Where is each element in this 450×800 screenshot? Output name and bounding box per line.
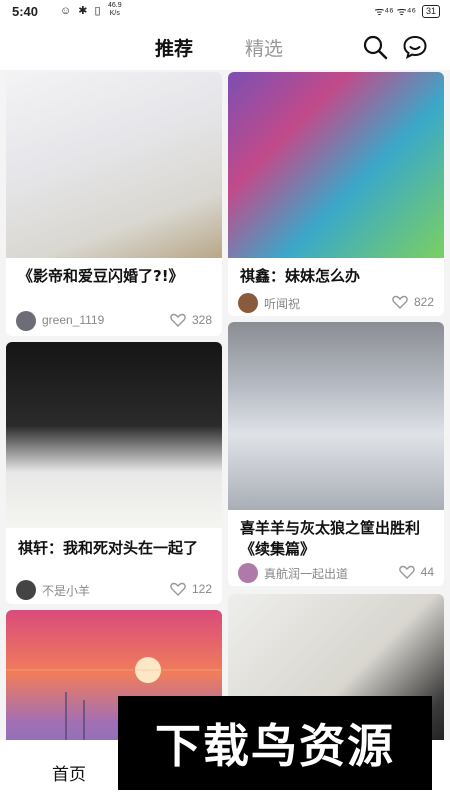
heart-icon[interactable] — [170, 313, 186, 327]
post-title: 喜羊羊与灰太狼之筐出胜利《续集篇》 — [240, 519, 421, 558]
tab-recommend[interactable]: 推荐 — [155, 34, 193, 61]
watermark-banner: 下载鸟资源 — [118, 696, 432, 790]
post-cover-image — [228, 72, 444, 258]
chat-bubble-icon[interactable] — [402, 34, 428, 60]
post-card[interactable]: 祺鑫：妹妹怎么办 听闻祝 822 — [228, 72, 444, 316]
avatar[interactable] — [238, 563, 258, 583]
heart-icon[interactable] — [398, 565, 415, 579]
post-title: 祺鑫：妹妹怎么办 — [240, 267, 361, 285]
heart-icon[interactable] — [392, 295, 408, 309]
like-count: 328 — [191, 313, 212, 327]
author-name[interactable]: 听闻祝 — [264, 295, 300, 312]
post-title: 祺轩：我和死对头在一起了 — [18, 539, 199, 557]
network-speed: 46.9 K/s — [108, 2, 122, 18]
network-speed-value: 46.9 — [108, 2, 122, 9]
post-meta: 真航润一起出道 44 — [238, 562, 434, 584]
post-cover-image — [6, 342, 222, 528]
post-cover-image — [228, 322, 444, 510]
status-right-icons: ᯤ⁴⁶ ᯤ⁴⁶ 31 — [374, 4, 440, 19]
post-title: 《影帝和爱豆闪婚了?!》 — [18, 267, 184, 285]
post-card[interactable]: 《影帝和爱豆闪婚了?!》 green_1119 328 — [6, 72, 222, 336]
author-name[interactable]: green_1119 — [42, 313, 104, 327]
post-cover-image — [6, 72, 222, 258]
content-feed: 《影帝和爱豆闪婚了?!》 green_1119 328 祺鑫：妹妹怎么办 听闻祝… — [0, 70, 450, 740]
search-icon[interactable] — [362, 34, 388, 60]
tab-featured[interactable]: 精选 — [245, 34, 283, 61]
post-meta: green_1119 328 — [16, 310, 212, 332]
author-name[interactable]: 真航润一起出道 — [264, 565, 348, 582]
post-meta: 听闻祝 822 — [238, 292, 434, 314]
avatar[interactable] — [16, 311, 36, 331]
avatar[interactable] — [16, 580, 36, 600]
network-speed-unit: K/s — [109, 10, 120, 17]
like-group[interactable]: 328 — [170, 313, 212, 327]
status-left-icons: ☺ ✱ ▯ — [60, 5, 103, 17]
avatar[interactable] — [238, 293, 258, 313]
post-card[interactable]: 祺轩：我和死对头在一起了 不是小羊 122 — [6, 342, 222, 604]
battery-icon: 31 — [421, 5, 440, 18]
signal-icon: ᯤ⁴⁶ ᯤ⁴⁶ — [374, 6, 416, 18]
like-count: 122 — [191, 582, 212, 596]
post-meta: 不是小羊 122 — [16, 579, 212, 601]
like-count: 44 — [420, 565, 434, 579]
like-group[interactable]: 122 — [170, 582, 212, 596]
status-bar: 5:40 ☺ ✱ ▯ 46.9 K/s ᯤ⁴⁶ ᯤ⁴⁶ 31 — [0, 0, 450, 24]
post-card[interactable]: 喜羊羊与灰太狼之筐出胜利《续集篇》 真航润一起出道 44 — [228, 322, 444, 586]
nav-home[interactable]: 首页 — [52, 760, 86, 785]
heart-icon[interactable] — [170, 582, 186, 596]
author-name[interactable]: 不是小羊 — [42, 582, 90, 599]
top-header: 推荐 精选 — [0, 24, 450, 70]
status-time: 5:40 — [12, 4, 39, 19]
like-count: 822 — [413, 295, 434, 309]
like-group[interactable]: 44 — [398, 565, 434, 579]
like-group[interactable]: 822 — [392, 295, 434, 309]
